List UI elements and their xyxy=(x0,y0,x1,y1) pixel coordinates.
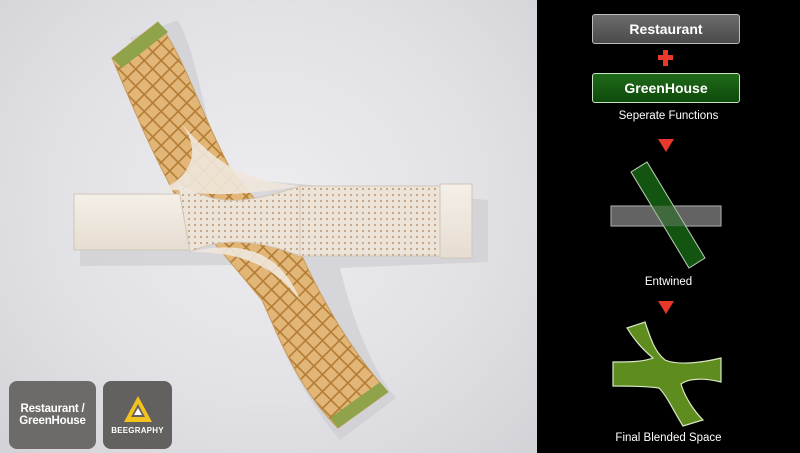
greenhouse-block: GreenHouse xyxy=(592,73,740,103)
project-title-line1: Restaurant / xyxy=(20,403,85,415)
caption-entwined: Entwined xyxy=(644,276,693,288)
beegraphy-logo-icon xyxy=(123,396,152,422)
restaurant-block: Restaurant xyxy=(592,14,740,44)
brand-badge: BEEGRAPHY xyxy=(103,381,172,449)
arrow-down-triangle-icon xyxy=(658,301,674,314)
brand-name: BEEGRAPHY xyxy=(111,426,164,435)
caption-final-blended-space: Final Blended Space xyxy=(615,432,722,444)
caption-separate-functions: Seperate Functions xyxy=(618,110,719,122)
project-badge: Restaurant / GreenHouse xyxy=(9,381,96,449)
concept-diagram-panel: Restaurant GreenHouse Seperate Functions… xyxy=(537,0,800,453)
arrow-down-triangle-icon xyxy=(658,139,674,152)
entwined-diagram xyxy=(610,161,722,269)
project-title-line2: GreenHouse xyxy=(19,415,86,427)
final-blended-shape xyxy=(612,321,722,427)
plus-icon xyxy=(656,44,676,72)
